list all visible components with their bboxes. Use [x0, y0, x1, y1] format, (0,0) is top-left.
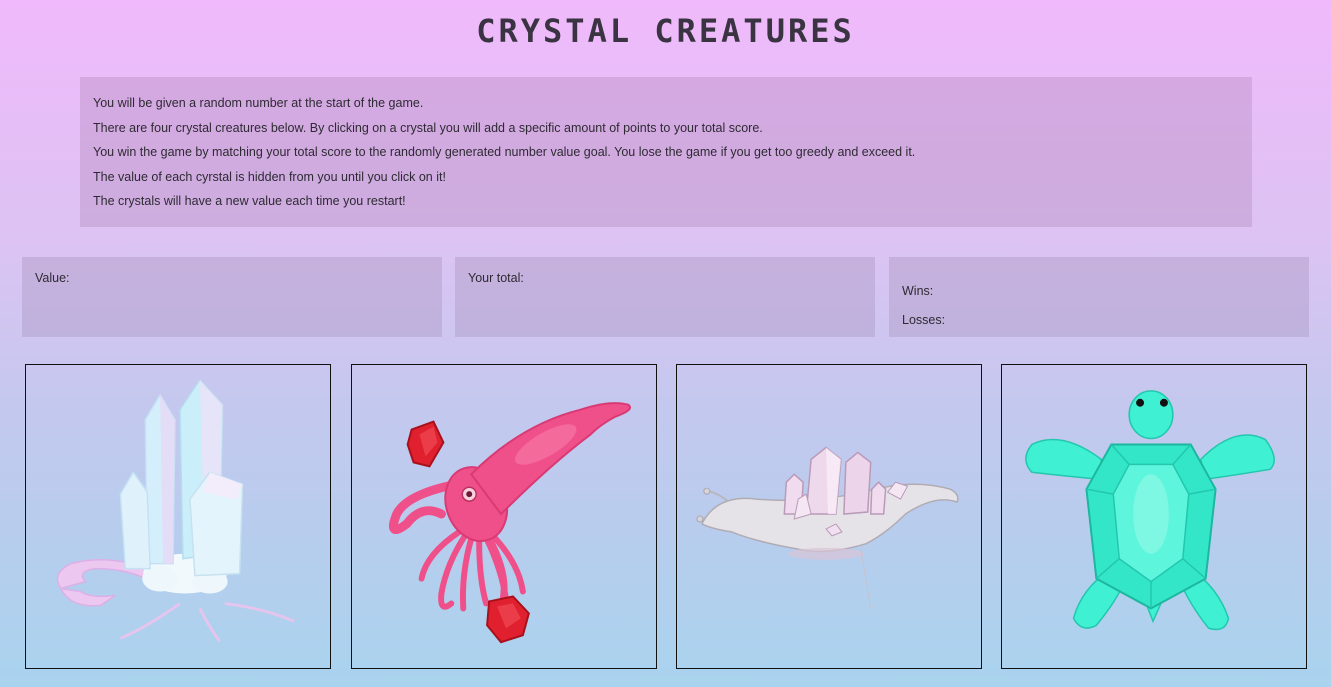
ruby-squid-button[interactable] — [351, 364, 657, 669]
losses-label: Losses: — [902, 313, 946, 327]
wins-label: Wins: — [902, 284, 934, 298]
page-title: CRYSTAL CREATURES — [476, 12, 855, 50]
emerald-turtle-icon — [1025, 390, 1275, 631]
target-value-panel: Value: — [22, 257, 442, 337]
win-loss-panel: Wins: Losses: — [889, 257, 1309, 337]
instruction-line: The crystals will have a new value each … — [93, 194, 406, 209]
instruction-line: The value of each cyrstal is hidden from… — [93, 169, 446, 184]
total-score-label: Your total: — [468, 271, 524, 285]
target-value-label: Value: — [35, 271, 70, 285]
quartz-slug-icon — [696, 446, 959, 609]
crystal-crab-button[interactable] — [25, 364, 331, 669]
instructions-panel: You will be given a random number at the… — [80, 77, 1252, 227]
instruction-line: There are four crystal creatures below. … — [93, 120, 763, 135]
crystal-crab-icon — [56, 378, 295, 643]
instruction-line: You win the game by matching your total … — [93, 145, 916, 160]
quartz-slug-button[interactable] — [676, 364, 982, 669]
ruby-squid-icon — [388, 402, 631, 644]
emerald-turtle-button[interactable] — [1001, 364, 1307, 669]
total-score-panel: Your total: — [455, 257, 875, 337]
instruction-line: You will be given a random number at the… — [93, 96, 424, 110]
